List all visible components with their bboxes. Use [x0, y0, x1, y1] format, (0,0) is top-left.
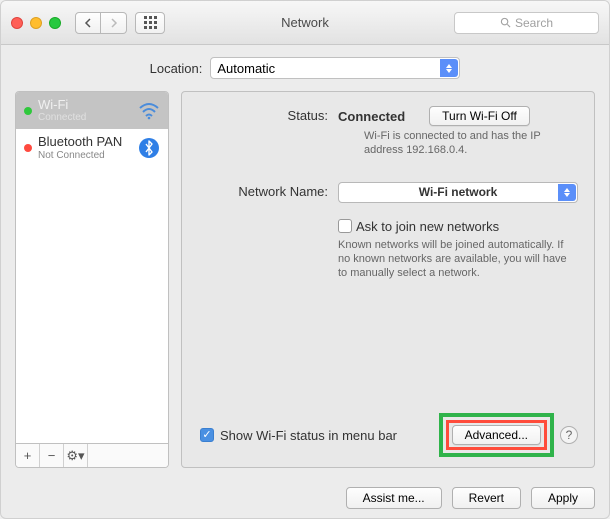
- ask-join-row: Ask to join new networks Known networks …: [198, 219, 578, 281]
- network-name-label: Network Name:: [198, 182, 328, 203]
- service-status: Connected: [38, 112, 132, 123]
- status-value-block: Connected Turn Wi-Fi Off Wi-Fi is connec…: [338, 106, 578, 158]
- nav-buttons: [75, 12, 127, 34]
- select-arrows-icon: [440, 59, 458, 77]
- chevron-left-icon: [84, 18, 92, 28]
- back-button[interactable]: [75, 12, 101, 34]
- status-label: Status:: [198, 106, 328, 158]
- zoom-button[interactable]: [49, 17, 61, 29]
- menu-bar-row: Show Wi-Fi status in menu bar Advanced..…: [198, 413, 578, 457]
- service-sidebar: Wi-Fi Connected Bluetooth PAN Not Connec…: [15, 91, 169, 468]
- wifi-toggle-button[interactable]: Turn Wi-Fi Off: [429, 106, 530, 126]
- service-item-bluetooth[interactable]: Bluetooth PAN Not Connected: [16, 129, 168, 166]
- bottom-bar: Assist me... Revert Apply: [1, 478, 609, 518]
- service-text: Bluetooth PAN Not Connected: [38, 135, 132, 160]
- chevron-right-icon: [110, 18, 118, 28]
- revert-button[interactable]: Revert: [452, 487, 521, 509]
- network-prefs-window: Network Search Location: Automatic Wi-Fi: [0, 0, 610, 519]
- wifi-icon: [138, 100, 160, 122]
- show-status-label: Show Wi-Fi status in menu bar: [220, 428, 397, 443]
- network-name-select[interactable]: Wi-Fi network: [338, 182, 578, 203]
- advanced-highlight-outer: Advanced...: [439, 413, 554, 457]
- status-value: Connected: [338, 109, 405, 124]
- ask-join-desc: Known networks will be joined automatica…: [338, 238, 568, 281]
- location-label: Location:: [150, 61, 203, 76]
- advanced-highlight-inner: Advanced...: [446, 420, 547, 450]
- add-service-button[interactable]: +: [16, 444, 40, 467]
- assist-me-button[interactable]: Assist me...: [346, 487, 442, 509]
- service-text: Wi-Fi Connected: [38, 98, 132, 123]
- main-row: Wi-Fi Connected Bluetooth PAN Not Connec…: [15, 91, 595, 468]
- titlebar: Network Search: [1, 1, 609, 45]
- bluetooth-icon: [138, 137, 160, 159]
- close-button[interactable]: [11, 17, 23, 29]
- content-area: Location: Automatic Wi-Fi Connected: [1, 45, 609, 478]
- status-row: Status: Connected Turn Wi-Fi Off Wi-Fi i…: [198, 106, 578, 158]
- select-arrows-icon: [558, 184, 576, 201]
- location-row: Location: Automatic: [15, 57, 595, 79]
- network-name-row: Network Name: Wi-Fi network: [198, 182, 578, 203]
- network-name-value: Wi-Fi network: [419, 185, 498, 199]
- advanced-button[interactable]: Advanced...: [452, 425, 541, 445]
- service-name: Wi-Fi: [38, 98, 132, 112]
- action-menu-button[interactable]: ⚙︎▾: [64, 444, 88, 467]
- sidebar-footer: + − ⚙︎▾: [16, 443, 168, 467]
- service-name: Bluetooth PAN: [38, 135, 132, 149]
- service-item-wifi[interactable]: Wi-Fi Connected: [16, 92, 168, 129]
- search-input[interactable]: Search: [454, 12, 599, 34]
- search-icon: [500, 17, 511, 28]
- location-select[interactable]: Automatic: [210, 57, 460, 79]
- detail-pane: Status: Connected Turn Wi-Fi Off Wi-Fi i…: [181, 91, 595, 468]
- traffic-lights: [11, 17, 61, 29]
- grid-icon: [144, 16, 157, 29]
- service-status: Not Connected: [38, 150, 132, 161]
- show-all-button[interactable]: [135, 12, 165, 34]
- network-name-value-block: Wi-Fi network: [338, 182, 578, 203]
- status-dot-red: [24, 144, 32, 152]
- ask-join-checkbox[interactable]: [338, 219, 352, 233]
- ask-join-block: Ask to join new networks Known networks …: [338, 219, 578, 281]
- show-status-checkbox[interactable]: [200, 428, 214, 442]
- ask-join-label: Ask to join new networks: [356, 219, 499, 234]
- service-list: Wi-Fi Connected Bluetooth PAN Not Connec…: [16, 92, 168, 443]
- window-title: Network: [281, 15, 329, 30]
- status-dot-green: [24, 107, 32, 115]
- apply-button[interactable]: Apply: [531, 487, 595, 509]
- minimize-button[interactable]: [30, 17, 42, 29]
- search-placeholder: Search: [515, 16, 553, 30]
- remove-service-button[interactable]: −: [40, 444, 64, 467]
- forward-button[interactable]: [101, 12, 127, 34]
- help-button[interactable]: ?: [560, 426, 578, 444]
- gear-icon: ⚙︎▾: [66, 448, 84, 464]
- status-description: Wi-Fi is connected to and has the IP add…: [338, 129, 578, 158]
- location-value: Automatic: [217, 61, 275, 76]
